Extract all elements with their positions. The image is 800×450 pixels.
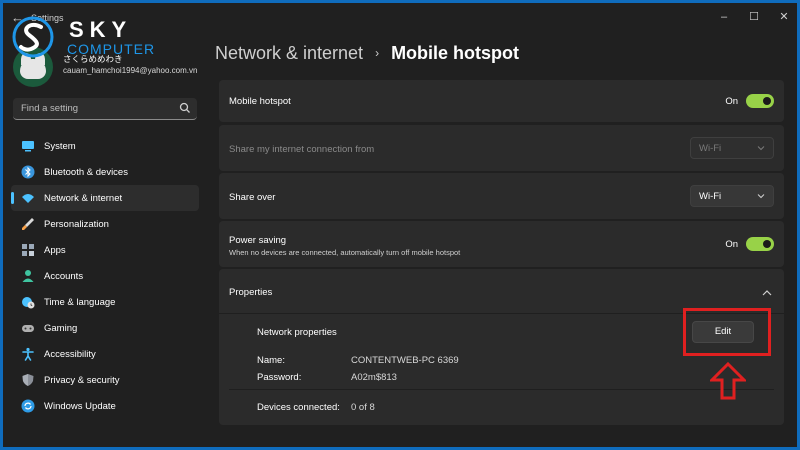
sidebar-item-network[interactable]: Network & internet (11, 185, 199, 211)
sidebar-item-label: Accounts (44, 270, 84, 282)
sidebar-item-personalization[interactable]: Personalization (11, 211, 199, 237)
sidebar-item-label: Bluetooth & devices (44, 166, 128, 178)
devices-connected-value: 0 of 8 (351, 402, 375, 413)
watermark-brand: SKY (69, 17, 133, 42)
gamepad-icon (22, 325, 34, 332)
update-icon (21, 399, 35, 413)
sky-computer-watermark: SKY COMPUTER (11, 15, 161, 65)
sidebar-item-privacy[interactable]: Privacy & security (11, 367, 199, 393)
bluetooth-icon (21, 165, 35, 179)
network-properties-label: Network properties (257, 327, 337, 338)
watermark-tagline: COMPUTER (67, 41, 156, 57)
power-saving-toggle-group: On (725, 237, 774, 251)
sidebar-nav: System Bluetooth & devices Network & int… (11, 133, 199, 419)
up-arrow-icon (710, 362, 746, 400)
settings-window: ← Settings – ☐ ✕ さくらめめわき cauam_hamchoi19… (3, 3, 797, 447)
chevron-down-icon (757, 146, 765, 151)
search-input[interactable] (13, 98, 173, 119)
system-icon (22, 141, 34, 152)
share-from-value: Wi-Fi (699, 143, 722, 154)
close-button[interactable]: ✕ (769, 7, 797, 27)
network-name-value: CONTENTWEB-PC 6369 (351, 355, 459, 366)
share-over-dropdown[interactable]: Wi-Fi (690, 185, 774, 207)
power-saving-description: When no devices are connected, automatic… (229, 248, 461, 257)
password-label: Password: (257, 372, 302, 383)
sidebar-item-label: Gaming (44, 322, 78, 334)
globe-clock-icon (22, 297, 35, 309)
brush-icon (22, 218, 34, 230)
sidebar-item-label: Personalization (44, 218, 109, 230)
share-from-dropdown: Wi-Fi (690, 137, 774, 159)
apps-icon (22, 244, 34, 256)
power-saving-state: On (725, 238, 738, 250)
accessibility-icon (22, 347, 34, 361)
mobile-hotspot-toggle-group: On (725, 94, 774, 108)
sidebar-item-accessibility[interactable]: Accessibility (11, 341, 199, 367)
mobile-hotspot-card: Mobile hotspot On (219, 80, 784, 122)
power-saving-card: Power saving When no devices are connect… (219, 221, 784, 267)
maximize-button[interactable]: ☐ (739, 7, 769, 27)
power-saving-label: Power saving (229, 235, 287, 246)
sidebar-item-label: Apps (44, 244, 66, 256)
devices-connected-label: Devices connected: (257, 402, 340, 413)
share-over-label: Share over (229, 192, 276, 203)
share-over-value: Wi-Fi (699, 191, 722, 202)
password-value: A02m$813 (351, 372, 397, 383)
network-name-label: Name: (257, 355, 285, 366)
share-from-label: Share my internet connection from (229, 144, 375, 155)
search-icon[interactable] (179, 102, 191, 114)
sidebar-item-time-language[interactable]: Time & language (11, 289, 199, 315)
search-box[interactable] (13, 98, 197, 120)
person-icon (22, 270, 34, 282)
share-from-card: Share my internet connection from Wi-Fi (219, 125, 784, 171)
sidebar-item-accounts[interactable]: Accounts (11, 263, 199, 289)
share-over-card: Share over Wi-Fi (219, 173, 784, 219)
sidebar-item-label: Accessibility (44, 348, 96, 360)
sidebar-item-system[interactable]: System (11, 133, 199, 159)
chevron-down-icon (757, 194, 765, 199)
sidebar-item-windows-update[interactable]: Windows Update (11, 393, 199, 419)
minimize-button[interactable]: – (709, 7, 739, 27)
mobile-hotspot-toggle[interactable] (746, 94, 774, 108)
power-saving-toggle[interactable] (746, 237, 774, 251)
profile-email: cauam_hamchoi1994@yahoo.com.vn (63, 66, 198, 75)
breadcrumb: Network & internet › Mobile hotspot (215, 43, 519, 64)
sidebar-item-gaming[interactable]: Gaming (11, 315, 199, 341)
devices-divider (229, 389, 774, 390)
sidebar-item-label: Time & language (44, 296, 116, 308)
page-title: Mobile hotspot (391, 43, 520, 63)
sidebar-item-label: Network & internet (44, 192, 123, 204)
mobile-hotspot-state: On (725, 95, 738, 107)
edit-highlight-box (683, 308, 771, 356)
sky-logo-mark-icon (12, 16, 54, 58)
sidebar-item-apps[interactable]: Apps (11, 237, 199, 263)
mobile-hotspot-label: Mobile hotspot (229, 96, 291, 107)
wifi-icon (22, 194, 34, 203)
sidebar-item-label: Privacy & security (44, 374, 120, 386)
sidebar-item-label: Windows Update (44, 400, 116, 412)
chevron-up-icon[interactable] (762, 289, 772, 297)
breadcrumb-separator: › (375, 46, 380, 60)
breadcrumb-parent[interactable]: Network & internet (215, 43, 363, 63)
sidebar-item-bluetooth[interactable]: Bluetooth & devices (11, 159, 199, 185)
shield-icon (22, 374, 34, 386)
properties-label: Properties (229, 287, 273, 298)
sidebar-item-label: System (44, 140, 76, 152)
